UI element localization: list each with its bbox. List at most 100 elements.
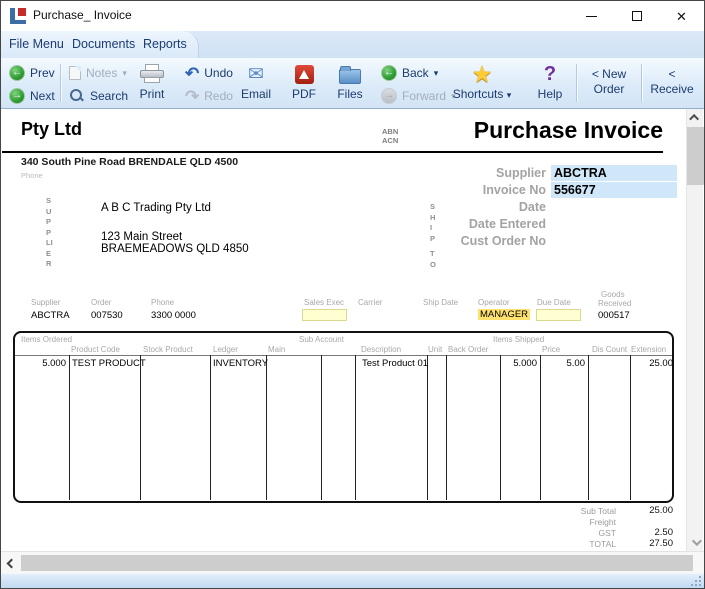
supplier-name: A B C Trading Pty Ltd — [101, 202, 211, 214]
email-button[interactable]: ✉ Email — [233, 61, 279, 102]
col-main: Main — [268, 345, 286, 354]
search-button[interactable]: Search — [67, 85, 130, 107]
toolbar-separator — [576, 64, 577, 102]
cell-qty-ordered[interactable]: 5.000 — [17, 358, 66, 369]
col-description: Description — [361, 345, 402, 354]
chevron-down-icon — [691, 536, 702, 547]
toolbar-separator — [641, 64, 642, 102]
ship-date-label: Ship Date — [423, 298, 459, 307]
back-button[interactable]: ← Back ▾ — [379, 62, 458, 84]
cell-product-code[interactable]: TEST PRODUCT — [72, 358, 146, 369]
document-title: Purchase Invoice — [473, 117, 663, 143]
total-value: 27.50 — [649, 538, 673, 549]
redo-icon: ↷ — [185, 86, 200, 106]
next-button[interactable]: → Next — [7, 85, 57, 107]
menu-bar: File Menu Documents Reports — [1, 31, 704, 58]
col-dis-count: Dis Count — [592, 345, 628, 354]
app-logo-icon — [10, 8, 26, 24]
vertical-scrollbar[interactable] — [686, 109, 704, 551]
phone-label: Phone — [21, 171, 43, 180]
forward-button[interactable]: → Forward ▾ — [379, 85, 458, 107]
maximize-button[interactable] — [614, 1, 659, 31]
col-price: Price — [542, 345, 561, 354]
info-order-label: Order — [91, 298, 112, 307]
to-vertical-label: TO — [430, 249, 436, 269]
freight-label: Freight — [589, 517, 616, 527]
scroll-down-button[interactable] — [687, 534, 704, 551]
menu-reports[interactable]: Reports — [143, 37, 187, 51]
sales-exec-label: Sales Exec — [304, 298, 345, 307]
cell-qty-shipped[interactable]: 5.000 — [461, 358, 537, 369]
supplier-input[interactable]: ABCTRA — [551, 165, 677, 181]
info-supplier-value: ABCTRA — [31, 310, 70, 321]
col-stock-product: Stock Product — [143, 345, 193, 354]
window-title: Purchase_ Invoice — [33, 8, 132, 22]
col-extension: Extension — [631, 345, 667, 354]
goods-received-label-2: Received — [598, 299, 632, 308]
printer-icon — [139, 64, 165, 84]
date-field-label: Date — [518, 200, 546, 214]
cell-price[interactable]: 5.00 — [542, 358, 586, 369]
col-product-code: Product Code — [71, 345, 120, 354]
close-icon: ✕ — [676, 8, 687, 24]
menu-file[interactable]: File Menu — [9, 37, 64, 51]
redo-button[interactable]: ↷ Redo — [183, 85, 235, 107]
invoice-no-input[interactable]: 556677 — [551, 182, 677, 198]
undo-icon: ↶ — [185, 63, 200, 83]
close-button[interactable]: ✕ — [659, 1, 704, 31]
col-unit: Unit — [428, 345, 443, 354]
date-entered-field-label: Date Entered — [468, 217, 546, 231]
group-items-shipped: Items Shipped — [493, 335, 545, 344]
operator-input[interactable]: MANAGER — [478, 309, 531, 320]
gst-value: 2.50 — [654, 527, 674, 538]
goods-received-label-1: Goods — [601, 290, 625, 299]
cell-ledger[interactable]: INVENTORY — [213, 358, 268, 369]
notes-icon — [69, 66, 81, 80]
info-supplier-label: Supplier — [31, 298, 61, 307]
shortcuts-dropdown-icon: ▾ — [506, 90, 512, 100]
due-date-input[interactable] — [536, 309, 581, 321]
due-date-label: Due Date — [537, 298, 571, 307]
files-button[interactable]: Files — [327, 61, 373, 101]
print-button[interactable]: Print — [129, 61, 175, 101]
help-question-icon: ? — [543, 63, 557, 85]
scroll-left-button[interactable] — [3, 552, 19, 574]
help-button[interactable]: ? Help — [529, 61, 571, 101]
company-name: Pty Ltd — [21, 119, 82, 139]
folder-icon — [339, 65, 361, 84]
abn-label: ABN — [382, 127, 399, 136]
sub-total-value: 25.00 — [649, 505, 673, 516]
cell-extension[interactable]: 25.00 — [615, 358, 673, 369]
sales-exec-input[interactable] — [302, 309, 347, 321]
gst-label: GST — [598, 528, 616, 538]
prev-arrow-icon: ← — [9, 65, 25, 81]
menu-documents[interactable]: Documents — [72, 37, 135, 51]
shortcuts-button[interactable]: ★ Shortcuts ▾ — [449, 61, 515, 101]
pdf-button[interactable]: PDF — [283, 61, 325, 101]
back-arrow-icon: ← — [381, 65, 397, 81]
cell-description[interactable]: Test Product 01 — [362, 358, 428, 369]
table-header-divider — [15, 355, 672, 356]
group-sub-account: Sub Account — [299, 335, 344, 344]
forward-arrow-icon: → — [381, 88, 397, 104]
carrier-label: Carrier — [358, 298, 383, 307]
col-ledger: Ledger — [213, 345, 238, 354]
pdf-icon — [294, 64, 314, 84]
email-envelope-icon: ✉ — [248, 63, 264, 85]
group-items-ordered: Items Ordered — [21, 335, 73, 344]
resize-grip[interactable] — [692, 576, 701, 586]
undo-button[interactable]: ↶ Undo — [183, 62, 235, 84]
cust-order-no-field-label: Cust Order No — [460, 234, 546, 248]
horizontal-scrollbar[interactable] — [1, 551, 704, 573]
back-dropdown-icon[interactable]: ▾ — [434, 68, 439, 79]
receive-button[interactable]: < Receive — [644, 67, 700, 97]
supplier-street: 123 Main Street — [101, 231, 183, 243]
prev-button[interactable]: ← Prev — [7, 62, 57, 84]
supplier-vertical-label: SUPPLIER — [46, 196, 53, 268]
new-order-button[interactable]: < New Order — [580, 67, 638, 97]
vertical-scroll-thumb[interactable] — [687, 127, 704, 185]
horizontal-scroll-thumb[interactable] — [21, 555, 693, 571]
scroll-up-button[interactable] — [687, 109, 704, 126]
minimize-button[interactable] — [569, 1, 614, 31]
notes-button[interactable]: Notes ▾ — [67, 62, 130, 84]
